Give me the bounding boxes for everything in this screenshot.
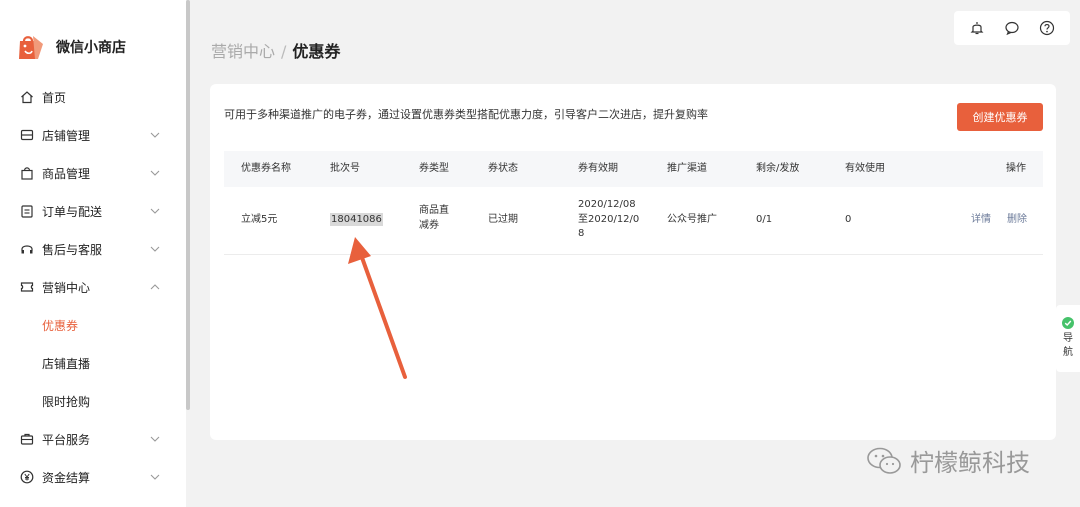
column-header: 优惠券名称 bbox=[241, 162, 291, 174]
sidebar-item-shop-management[interactable]: 店铺管理 bbox=[0, 116, 186, 154]
shop-logo-icon bbox=[16, 32, 46, 62]
coupon-card: 可用于多种渠道推广的电子券，通过设置优惠券类型搭配优惠力度，引导客户二次进店，提… bbox=[210, 84, 1056, 440]
chevron-down-icon bbox=[150, 246, 160, 252]
message-icon[interactable] bbox=[1003, 19, 1021, 37]
sidebar-item-orders[interactable]: 订单与配送 bbox=[0, 192, 186, 230]
detail-link[interactable]: 详情 bbox=[971, 213, 991, 228]
sidebar-item-label: 平台服务 bbox=[42, 432, 91, 447]
yen-icon bbox=[20, 470, 34, 484]
sidebar-item-label: 商品管理 bbox=[42, 166, 91, 181]
column-header: 券类型 bbox=[419, 162, 449, 174]
help-icon[interactable] bbox=[1038, 19, 1056, 37]
remaining-issued: 0/1 bbox=[756, 214, 773, 226]
column-header: 券状态 bbox=[488, 162, 518, 174]
sidebar-menu: 首页 店铺管理 商品管理 订单与配送 售后与客服 营销中心 优惠券 店铺直播 限… bbox=[0, 78, 186, 496]
delete-link[interactable]: 删除 bbox=[1007, 213, 1027, 228]
validity-line: 2020/12/08 bbox=[578, 199, 636, 210]
breadcrumb-separator: / bbox=[281, 42, 287, 61]
chevron-down-icon bbox=[150, 170, 160, 176]
top-icon-bar bbox=[954, 11, 1070, 45]
sidebar-item-label: 营销中心 bbox=[42, 280, 91, 295]
column-header: 批次号 bbox=[330, 162, 360, 174]
sidebar-item-settlement[interactable]: 资金结算 bbox=[0, 458, 186, 496]
sidebar-item-label: 订单与配送 bbox=[42, 204, 103, 219]
app-logo[interactable]: 微信小商店 bbox=[16, 32, 126, 62]
chevron-down-icon bbox=[150, 208, 160, 214]
sidebar-item-platform-services[interactable]: 平台服务 bbox=[0, 420, 186, 458]
coupon-status: 已过期 bbox=[488, 214, 518, 226]
headset-icon bbox=[20, 242, 34, 256]
coupon-type: 商品直 减券 bbox=[419, 204, 449, 233]
watermark-text: 柠檬鲸科技 bbox=[910, 449, 1030, 477]
nav-label: 航 bbox=[1063, 347, 1073, 358]
coupon-name: 立减5元 bbox=[241, 214, 278, 226]
chevron-down-icon bbox=[150, 132, 160, 138]
page-title: 优惠券 bbox=[292, 42, 341, 61]
batch-number: 18041086 bbox=[330, 213, 383, 228]
nav-label: 导 bbox=[1063, 333, 1073, 344]
create-coupon-button[interactable]: 创建优惠券 bbox=[957, 103, 1043, 131]
sidebar-subitem-flash-sale[interactable]: 限时抢购 bbox=[0, 382, 186, 420]
briefcase-icon bbox=[20, 432, 34, 446]
nav-check-icon bbox=[1062, 317, 1074, 329]
sidebar-subitem-coupons[interactable]: 优惠券 bbox=[0, 306, 186, 344]
order-icon bbox=[20, 204, 34, 218]
sidebar-scrollbar[interactable] bbox=[186, 0, 190, 410]
coupon-type-line: 减券 bbox=[419, 219, 439, 231]
sidebar-item-marketing[interactable]: 营销中心 bbox=[0, 268, 186, 306]
promotion-channel: 公众号推广 bbox=[667, 214, 717, 226]
navigation-widget[interactable]: 导 航 bbox=[1056, 305, 1080, 372]
sidebar-item-home[interactable]: 首页 bbox=[0, 78, 186, 116]
bell-icon[interactable] bbox=[968, 19, 986, 37]
breadcrumb: 营销中心 / 优惠券 bbox=[211, 38, 340, 62]
breadcrumb-parent[interactable]: 营销中心 bbox=[211, 42, 275, 61]
batch-number-highlight: 18041086 bbox=[330, 213, 383, 227]
shop-icon bbox=[20, 128, 34, 142]
sidebar-item-label: 店铺管理 bbox=[42, 128, 91, 143]
chevron-down-icon bbox=[150, 436, 160, 442]
chevron-down-icon bbox=[150, 474, 160, 480]
validity-line: 8 bbox=[578, 228, 585, 239]
page-description: 可用于多种渠道推广的电子券，通过设置优惠券类型搭配优惠力度，引导客户二次进店，提… bbox=[224, 108, 708, 121]
validity-line: 至2020/12/0 bbox=[578, 213, 640, 225]
sidebar-item-label: 资金结算 bbox=[42, 470, 91, 485]
column-header: 推广渠道 bbox=[667, 162, 707, 174]
wechat-icon bbox=[867, 447, 901, 474]
column-header: 剩余/发放 bbox=[756, 162, 800, 174]
sidebar-item-product-management[interactable]: 商品管理 bbox=[0, 154, 186, 192]
coupon-type-line: 商品直 bbox=[419, 205, 449, 216]
watermark: 柠檬鲸科技 bbox=[866, 443, 1030, 478]
home-icon bbox=[20, 90, 34, 104]
app-name: 微信小商店 bbox=[56, 40, 126, 56]
sidebar-item-label: 首页 bbox=[42, 90, 67, 105]
coupon-validity: 2020/12/08 至2020/12/0 8 bbox=[578, 198, 639, 242]
sidebar-item-after-sales[interactable]: 售后与客服 bbox=[0, 230, 186, 268]
column-header: 券有效期 bbox=[578, 162, 618, 174]
column-header: 操作 bbox=[1006, 162, 1026, 174]
ticket-icon bbox=[20, 280, 34, 294]
table-row: 立减5元 18041086 商品直 减券 已过期 2020/12/08 至202… bbox=[224, 187, 1043, 255]
bag-icon bbox=[20, 166, 34, 180]
column-header: 有效使用 bbox=[845, 162, 885, 174]
sidebar: 微信小商店 首页 店铺管理 商品管理 订单与配送 售后与客服 营销中心 优惠券 … bbox=[0, 0, 186, 507]
chevron-up-icon bbox=[150, 284, 160, 290]
coupon-table: 优惠券名称 批次号 券类型 券状态 券有效期 推广渠道 剩余/发放 有效使用 操… bbox=[224, 151, 1043, 255]
effective-usage: 0 bbox=[845, 214, 852, 226]
sidebar-subitem-live[interactable]: 店铺直播 bbox=[0, 344, 186, 382]
table-header: 优惠券名称 批次号 券类型 券状态 券有效期 推广渠道 剩余/发放 有效使用 操… bbox=[224, 151, 1043, 187]
sidebar-item-label: 售后与客服 bbox=[42, 242, 103, 257]
